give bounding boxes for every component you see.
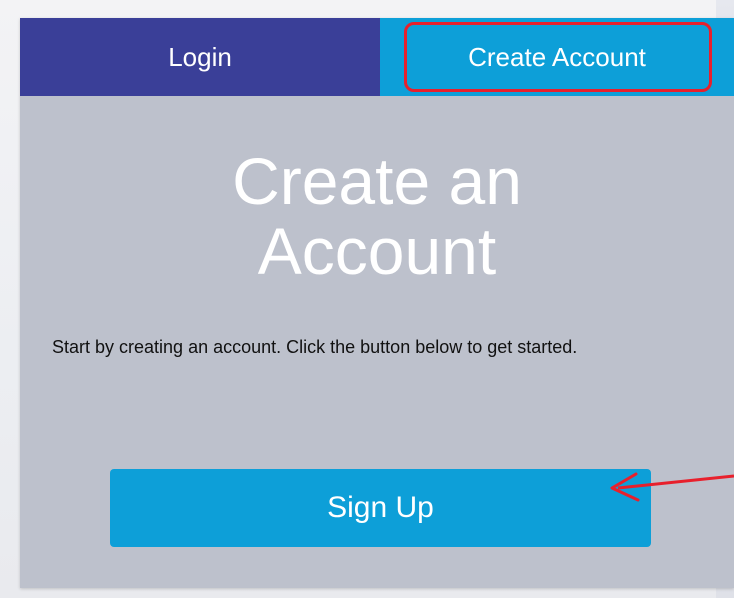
sign-up-button[interactable]: Sign Up — [110, 469, 651, 547]
page-title-line1: Create an — [232, 144, 522, 218]
description-text: Start by creating an account. Click the … — [52, 337, 578, 357]
tab-create-account-label: Create Account — [468, 41, 646, 72]
page-title: Create an Account — [20, 146, 734, 286]
account-panel: Login Create Account Create an Account S… — [20, 18, 734, 588]
tab-create-account[interactable]: Create Account — [380, 18, 734, 96]
tab-login[interactable]: Login — [20, 18, 380, 96]
tab-bar: Login Create Account — [20, 18, 734, 96]
tab-login-label: Login — [168, 41, 232, 72]
page-title-line2: Account — [257, 214, 497, 288]
sign-up-button-label: Sign Up — [327, 491, 434, 524]
